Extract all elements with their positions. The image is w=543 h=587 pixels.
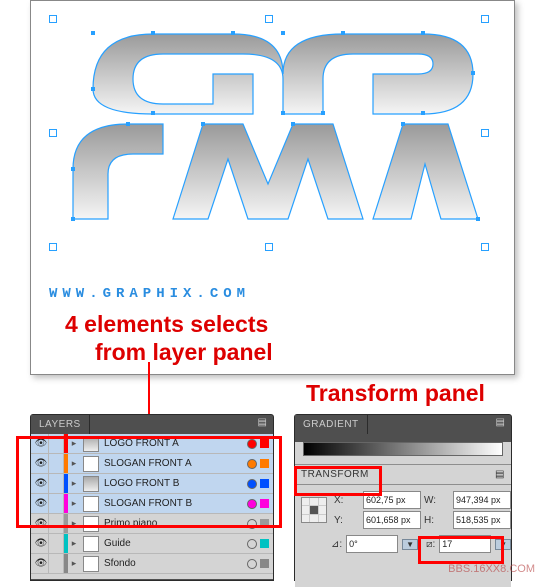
artboard[interactable]: WWW.GRAPHIX.COM	[41, 9, 504, 304]
selection-indicator	[260, 559, 269, 568]
lock-cell[interactable]	[48, 534, 64, 553]
visibility-toggle-icon[interactable]: 👁	[34, 558, 48, 569]
disclosure-icon[interactable]: ▸	[68, 538, 80, 549]
h-input[interactable]	[453, 511, 511, 529]
reference-point-selector[interactable]	[301, 497, 327, 523]
slogan-text[interactable]: WWW.GRAPHIX.COM	[49, 286, 250, 302]
panel-menu-icon[interactable]: ▤	[252, 415, 273, 430]
selection-indicator	[260, 539, 269, 548]
selection-handle[interactable]	[481, 129, 489, 137]
gradient-tab[interactable]: GRADIENT	[295, 415, 368, 434]
layer-row[interactable]: 👁 ▸ Sfondo	[31, 554, 273, 574]
watermark: BBS.16XX8.COM	[448, 563, 535, 575]
selection-handle[interactable]	[49, 129, 57, 137]
target-icon[interactable]	[247, 539, 257, 549]
section-menu-icon[interactable]: ▤	[495, 469, 505, 480]
layer-thumbnail[interactable]	[83, 556, 99, 572]
selection-handle[interactable]	[481, 15, 489, 23]
selected-paths[interactable]	[53, 19, 485, 247]
layer-name-label[interactable]: Sfondo	[102, 558, 247, 569]
selection-handle[interactable]	[265, 243, 273, 251]
lock-cell[interactable]	[48, 554, 64, 573]
layer-name-label[interactable]: Guide	[102, 538, 247, 549]
annotation-box	[294, 466, 382, 496]
angle-label: ⊿:	[331, 539, 342, 550]
angle-dropdown-icon[interactable]: ▼	[402, 539, 418, 550]
selection-handle[interactable]	[481, 243, 489, 251]
selection-handle[interactable]	[49, 15, 57, 23]
annotation-text: Transform panel	[306, 380, 485, 407]
annotation-text: from layer panel	[95, 339, 273, 366]
layers-tab[interactable]: LAYERS	[31, 415, 90, 434]
selection-handle[interactable]	[49, 243, 57, 251]
y-label: Y:	[334, 515, 360, 526]
w-label: W:	[424, 495, 450, 506]
w-input[interactable]	[453, 491, 511, 509]
visibility-toggle-icon[interactable]: 👁	[34, 538, 48, 549]
h-label: H:	[424, 515, 450, 526]
annotation-text: 4 elements selects	[65, 311, 268, 338]
document-canvas[interactable]: WWW.GRAPHIX.COM 4 elements selects from …	[30, 0, 515, 375]
selection-handle[interactable]	[265, 15, 273, 23]
angle-input[interactable]	[346, 535, 398, 553]
selection-bounding-box[interactable]	[53, 19, 485, 247]
target-icon[interactable]	[247, 559, 257, 569]
layer-row[interactable]: 👁 ▸ Guide	[31, 534, 273, 554]
annotation-box	[16, 436, 282, 528]
layer-thumbnail[interactable]	[83, 536, 99, 552]
panel-menu-icon[interactable]: ▤	[490, 415, 511, 430]
annotation-box	[418, 536, 504, 564]
y-input[interactable]	[363, 511, 421, 529]
gradient-slider[interactable]	[303, 442, 503, 456]
disclosure-icon[interactable]: ▸	[68, 558, 80, 569]
x-label: X:	[334, 495, 360, 506]
